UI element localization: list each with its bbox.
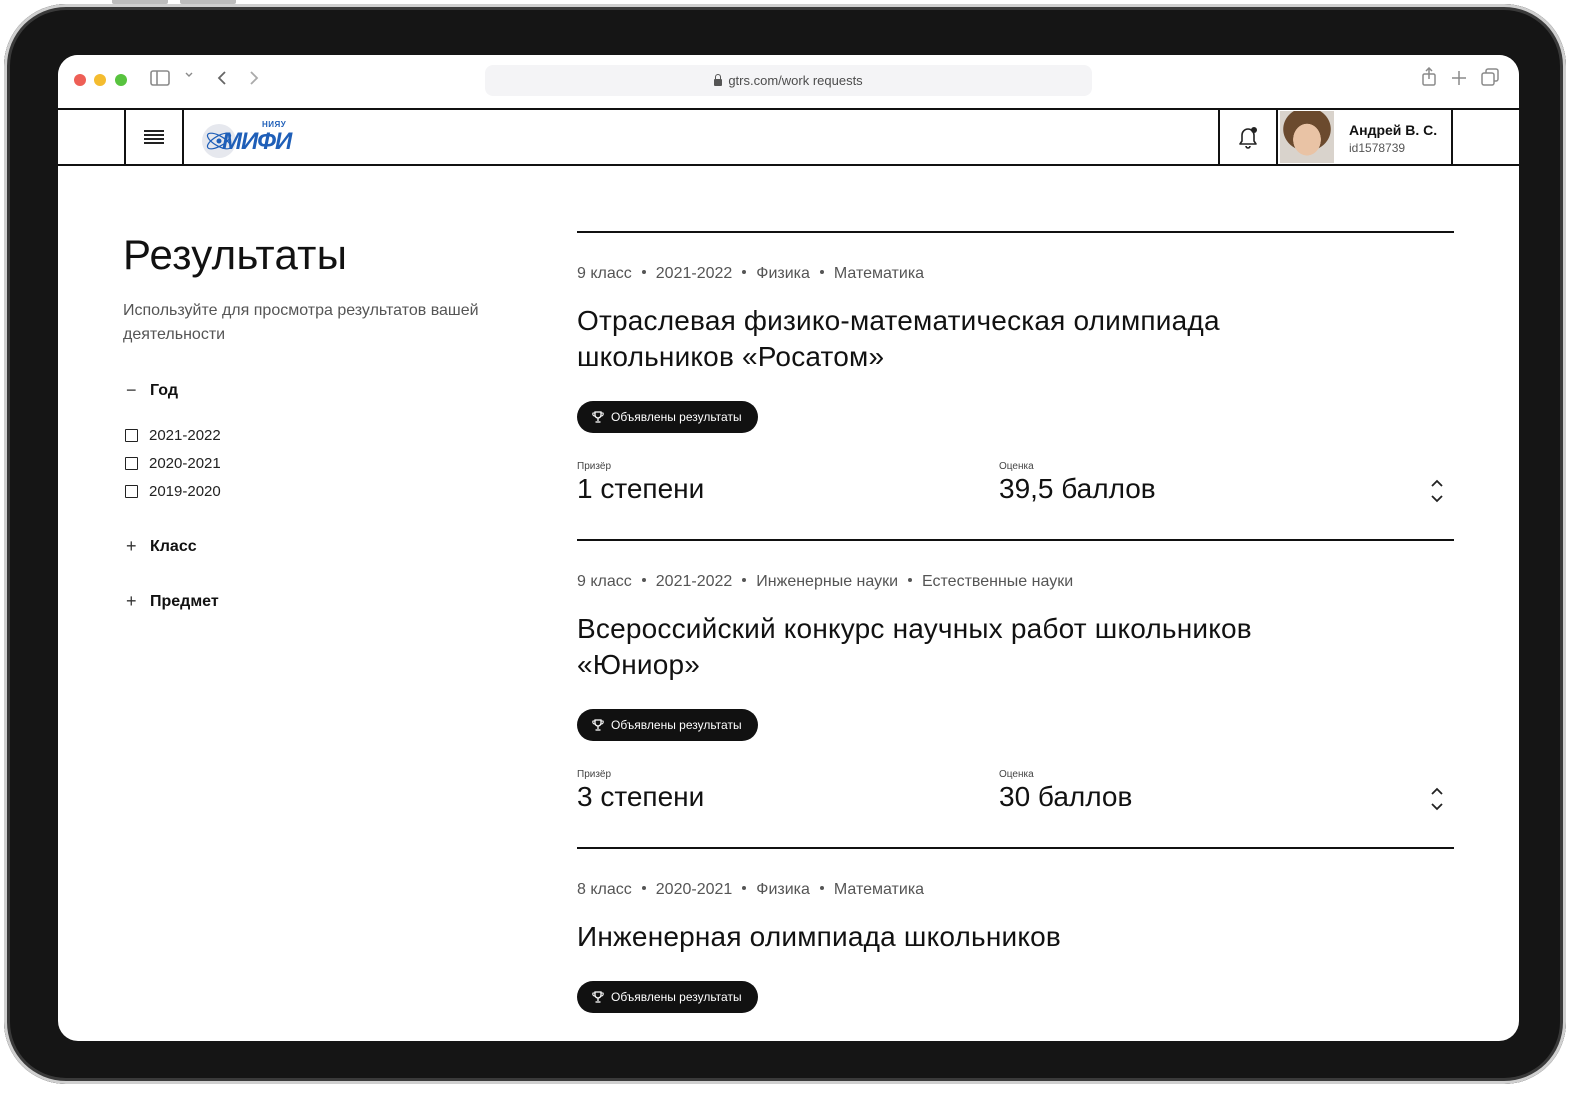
chevron-down-icon[interactable] (184, 67, 194, 94)
mephi-logo[interactable]: НИЯУ МИФИ (200, 116, 300, 160)
tablet-frame: gtrs.com/work requests НИЯУ МИФИ Андрей … (4, 4, 1566, 1084)
new-tab-icon[interactable] (1451, 67, 1467, 93)
tag-class: 8 класс (577, 881, 632, 898)
result-card: 9 класс 2021-2022 Инженерные науки Естестве… (577, 539, 1454, 849)
header-divider (1451, 110, 1453, 164)
header-divider (182, 110, 184, 164)
tag-subject: Математика (833, 265, 925, 282)
filter-year-option[interactable]: 2020-2021 (125, 455, 221, 472)
filter-subject-label: Предмет (150, 592, 219, 610)
tag-subject: Физика (756, 881, 810, 898)
browser-toolbar: gtrs.com/work requests (58, 55, 1519, 108)
tag-subject: Инженерные науки (756, 573, 899, 590)
tag-year: 2021-2022 (655, 573, 733, 590)
badge-label: Объявлены результаты (611, 410, 742, 424)
menu-button[interactable] (126, 110, 182, 164)
trophy-icon (592, 411, 604, 423)
address-bar[interactable]: gtrs.com/work requests (485, 65, 1092, 96)
forward-icon[interactable] (248, 67, 260, 93)
result-title[interactable]: Инженерная олимпиада школьников (577, 919, 1337, 955)
filter-option-label: 2020-2021 (149, 455, 221, 472)
filter-class-label: Класс (150, 537, 197, 555)
sidebar-toggle-icon[interactable] (150, 67, 170, 93)
result-card: 8 класс 2020-2021 Физика Математика Инженер… (577, 847, 1454, 1041)
page-title: Результаты (123, 231, 348, 278)
close-window-button[interactable] (74, 74, 86, 86)
filter-option-label: 2021-2022 (149, 427, 221, 444)
user-id: id1578739 (1349, 141, 1406, 155)
notifications-button[interactable] (1220, 110, 1276, 164)
tag-subject: Математика (833, 881, 925, 898)
prize-value: 3 степени (577, 781, 705, 812)
filter-class-toggle[interactable]: + Класс (126, 536, 197, 557)
user-profile[interactable]: Андрей В. С. id1578739 (1278, 110, 1452, 164)
hamburger-icon (144, 130, 164, 144)
filter-year-toggle[interactable]: − Год (126, 380, 178, 401)
expand-icon: + (126, 591, 137, 611)
tabs-overview-icon[interactable] (1481, 67, 1499, 93)
expand-toggle-button[interactable] (1425, 784, 1449, 814)
tag-class: 9 класс (577, 265, 632, 282)
filter-year-option[interactable]: 2019-2020 (125, 483, 221, 500)
device-button (112, 0, 168, 4)
device-button (180, 0, 236, 4)
expand-icon: + (126, 536, 137, 556)
badge-label: Объявлены результаты (611, 990, 742, 1004)
chevron-up-down-icon (1431, 787, 1443, 811)
badge-label: Объявлены результаты (611, 718, 742, 732)
tag-class: 9 класс (577, 573, 632, 590)
score-value: 30 баллов (999, 781, 1133, 812)
result-title[interactable]: Всероссийский конкурс научных работ школ… (577, 611, 1337, 683)
tag-year: 2021-2022 (655, 265, 733, 282)
page-subtitle: Используйте для просмотра результатов ва… (123, 302, 479, 343)
trophy-icon (592, 991, 604, 1003)
divider (577, 539, 1454, 541)
result-title[interactable]: Отраслевая физико-математическая олимпиа… (577, 303, 1337, 375)
checkbox[interactable] (125, 429, 138, 442)
app-header: НИЯУ МИФИ Андрей В. С. id1578739 (58, 108, 1519, 166)
tag-subject: Физика (756, 265, 810, 282)
trophy-icon (592, 719, 604, 731)
back-icon[interactable] (216, 67, 228, 93)
logo-main-text: МИФИ (222, 128, 292, 155)
score-value: 39,5 баллов (999, 473, 1156, 504)
user-name: Андрей В. С. (1349, 122, 1438, 138)
checkbox[interactable] (125, 457, 138, 470)
collapse-icon: − (126, 380, 137, 400)
bell-icon (1239, 127, 1257, 149)
lock-icon (714, 74, 723, 86)
filter-subject-toggle[interactable]: + Предмет (126, 591, 219, 612)
screen: gtrs.com/work requests НИЯУ МИФИ Андрей … (58, 55, 1519, 1041)
avatar (1280, 111, 1334, 163)
result-tags: 9 класс 2021-2022 Физика Математика (577, 265, 924, 283)
status-badge: Объявлены результаты (577, 401, 758, 433)
result-tags: 8 класс 2020-2021 Физика Математика (577, 881, 924, 899)
expand-toggle-button[interactable] (1425, 476, 1449, 506)
filter-year-label: Год (150, 381, 178, 399)
share-icon[interactable] (1421, 66, 1437, 94)
divider (577, 847, 1454, 849)
status-badge: Объявлены результаты (577, 981, 758, 1013)
url-text: gtrs.com/work requests (728, 73, 863, 88)
filter-option-label: 2019-2020 (149, 483, 221, 500)
maximize-window-button[interactable] (115, 74, 127, 86)
prize-value: 1 степени (577, 473, 705, 504)
result-tags: 9 класс 2021-2022 Инженерные науки Естестве… (577, 573, 1073, 591)
minimize-window-button[interactable] (94, 74, 106, 86)
tag-year: 2020-2021 (655, 881, 733, 898)
tag-subject: Естественные науки (922, 573, 1074, 590)
chevron-up-down-icon (1431, 479, 1443, 503)
divider (577, 231, 1454, 233)
score-label: Оценка (999, 461, 1034, 472)
checkbox[interactable] (125, 485, 138, 498)
filter-year-option[interactable]: 2021-2022 (125, 427, 221, 444)
status-badge: Объявлены результаты (577, 709, 758, 741)
score-label: Оценка (999, 769, 1034, 780)
prize-label: Призёр (577, 461, 612, 472)
result-card: 9 класс 2021-2022 Физика Математика Отрасле… (577, 231, 1454, 541)
prize-label: Призёр (577, 769, 612, 780)
